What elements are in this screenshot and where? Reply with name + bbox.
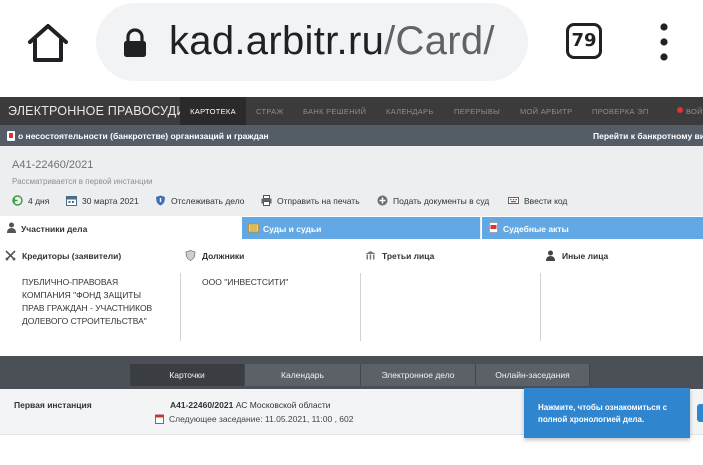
enter-code-label: Ввести код	[524, 196, 568, 206]
lock-icon	[124, 28, 146, 57]
creditor-line: ПРАВ ГРАЖДАН - УЧАСТНИКОВ	[22, 303, 153, 313]
pdf-document-icon	[489, 222, 498, 233]
nav-item-moy-arbitr[interactable]: МОЙ АРБИТР	[520, 107, 572, 116]
nav-item-calendar[interactable]: КАЛЕНДАРЬ	[386, 107, 434, 116]
tooltip-pointer	[697, 404, 703, 422]
debtor-entry[interactable]: ООО "ИНВЕСТСИТИ"	[202, 276, 288, 289]
nav-item-bank-resheniy[interactable]: БАНК РЕШЕНИЙ	[303, 107, 366, 116]
tab-electronic-case[interactable]: Электронное дело	[361, 364, 476, 386]
other-parties-title: Иные лица	[562, 251, 609, 261]
creditor-line: ПУБЛИЧНО-ПРАВОВАЯ	[22, 277, 119, 287]
banner-category: о несостоятельности (банкротстве) органи…	[18, 131, 269, 141]
url-host: kad.arbitr.ru	[169, 19, 385, 63]
home-icon[interactable]	[26, 22, 70, 64]
tab-court-acts[interactable]: Судебные акты	[481, 217, 703, 239]
bankruptcy-banner: о несостоятельности (банкротстве) органи…	[0, 125, 703, 146]
instance-case-number[interactable]: А41-22460/2021	[170, 400, 233, 410]
next-hearing: Следующее заседание: 11.05.2021, 11:00 ,…	[155, 414, 353, 424]
printer-icon	[261, 195, 272, 206]
plus-circle-icon	[377, 195, 388, 206]
third-parties-heading: Третьи лица	[365, 251, 435, 261]
next-hearing-text: Следующее заседание: 11.05.2021, 11:00 ,…	[169, 414, 354, 424]
url-text: kad.arbitr.ru/Card/	[169, 19, 495, 64]
column-divider	[360, 273, 361, 341]
calendar-icon	[155, 414, 164, 424]
enter-code-button[interactable]: Ввести код	[508, 195, 567, 206]
calendar-icon	[66, 196, 77, 206]
case-section-tabs: Участники дела Суды и судьи Судебные акт…	[0, 217, 703, 239]
case-view-tabs: Карточки Календарь Электронное дело Онла…	[0, 356, 703, 389]
url-path: /Card/	[384, 19, 495, 63]
column-divider	[180, 273, 181, 341]
building-icon	[365, 251, 376, 260]
tooltip-line: Нажмите, чтобы ознакомиться с	[538, 403, 668, 412]
instance-label: Первая инстанция	[14, 400, 92, 410]
chronology-tooltip[interactable]: Нажмите, чтобы ознакомиться с полной хро…	[524, 388, 690, 438]
tab-cards[interactable]: Карточки	[130, 364, 245, 386]
creditor-entry[interactable]: ПУБЛИЧНО-ПРАВОВАЯ КОМПАНИЯ "ФОНД ЗАЩИТЫ …	[22, 276, 152, 328]
case-date: 30 марта 2021	[66, 195, 139, 206]
nav-item-proverka-ep[interactable]: ПРОВЕРКА ЭП	[592, 107, 649, 116]
participants-panel: Кредиторы (заявители) ПУБЛИЧНО-ПРАВОВАЯ …	[0, 239, 703, 356]
case-date-label: 30 марта 2021	[82, 196, 139, 206]
shield-icon	[156, 195, 165, 206]
crossed-swords-icon	[5, 250, 16, 261]
keyboard-icon	[508, 197, 519, 204]
person-icon	[546, 250, 555, 261]
third-parties-title: Третьи лица	[382, 251, 435, 261]
print-button[interactable]: Отправить на печать	[261, 195, 360, 206]
case-number: А41-22460/2021	[12, 159, 94, 171]
browser-toolbar: kad.arbitr.ru/Card/ 79	[0, 0, 703, 86]
tab-courts-judges[interactable]: Суды и судьи	[241, 217, 480, 239]
case-duration-label: 4 дня	[28, 196, 50, 206]
other-parties-heading: Иные лица	[546, 250, 609, 261]
creditors-title: Кредиторы (заявители)	[22, 251, 122, 261]
track-case-button[interactable]: Отслеживать дело	[155, 195, 245, 206]
tooltip-line: полной хронологией дела.	[538, 415, 645, 424]
track-case-label: Отслеживать дело	[171, 196, 245, 206]
tab-calendar[interactable]: Календарь	[245, 364, 361, 386]
submit-documents-label: Подать документы в суд	[393, 196, 490, 206]
instance-case: А41-22460/2021 АС Московской области	[170, 400, 331, 410]
bankruptcy-view-link[interactable]: Перейти к банкротному ви	[593, 131, 703, 141]
tab-courts-judges-label: Суды и судьи	[263, 224, 322, 234]
creditor-line: ДОЛЕВОГО СТРОИТЕЛЬСТВА"	[22, 316, 147, 326]
submit-documents-button[interactable]: Подать документы в суд	[377, 195, 489, 206]
case-duration: 4 дня	[12, 195, 49, 206]
debtors-title: Должники	[202, 251, 245, 261]
debtors-heading: Должники	[185, 250, 245, 261]
clock-arrow-icon	[12, 195, 23, 206]
instance-court: АС Московской области	[235, 400, 331, 410]
tab-participants[interactable]: Участники дела	[0, 217, 241, 239]
courthouse-icon	[248, 223, 259, 233]
status-dot-icon	[677, 107, 683, 113]
overflow-menu-icon[interactable]	[657, 22, 671, 62]
creditor-line: КОМПАНИЯ "ФОНД ЗАЩИТЫ	[22, 290, 142, 300]
creditors-heading: Кредиторы (заявители)	[5, 250, 122, 261]
address-bar[interactable]: kad.arbitr.ru/Card/	[96, 3, 528, 81]
tab-court-acts-label: Судебные акты	[503, 224, 569, 234]
nav-item-kartoteka[interactable]: КАРТОТЕКА	[180, 97, 246, 125]
nav-item-pereryvy[interactable]: ПЕРЕРЫВЫ	[454, 107, 500, 116]
tab-switcher-button[interactable]: 79	[566, 23, 602, 59]
case-header: А41-22460/2021 Рассматривается в первой …	[0, 146, 703, 216]
tab-participants-label: Участники дела	[21, 224, 88, 234]
site-brand[interactable]: ЭЛЕКТРОННОЕ ПРАВОСУДИЕ	[8, 104, 194, 118]
shield-outline-icon	[185, 250, 196, 261]
nav-item-login[interactable]: ВОЙ	[686, 107, 703, 116]
site-nav: ЭЛЕКТРОННОЕ ПРАВОСУДИЕ КАРТОТЕКА СТРАЖ Б…	[0, 97, 703, 125]
column-divider	[540, 273, 541, 341]
print-label: Отправить на печать	[277, 196, 360, 206]
person-icon	[7, 222, 16, 233]
nav-item-strazh[interactable]: СТРАЖ	[256, 107, 284, 116]
tab-online-hearings[interactable]: Онлайн-заседания	[476, 364, 590, 386]
case-status: Рассматривается в первой инстанции	[12, 177, 153, 186]
document-icon	[7, 131, 15, 141]
